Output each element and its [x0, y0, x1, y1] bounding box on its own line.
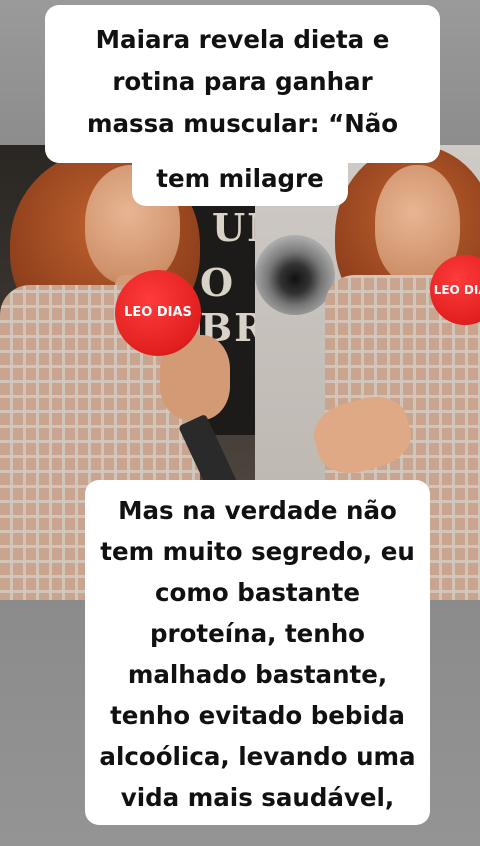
microphone-brand: LEO DIAS [433, 283, 480, 297]
quote-caption: Mas na verdade não tem muito segredo, eu… [85, 480, 430, 825]
quote-line: tem muito segredo, eu [100, 537, 415, 566]
headline-line: tem milagre [156, 164, 324, 193]
quote-line: alcoólica, levando uma [99, 742, 416, 771]
quote-line: Mas na verdade não [118, 496, 397, 525]
backdrop-eye-art [255, 235, 335, 315]
quote-line: proteína, tenho [149, 619, 366, 648]
quote-line: vida mais saudável, [120, 783, 395, 812]
headline-caption: Maiara revela dieta e rotina para ganhar… [45, 5, 440, 163]
quote-line: como bastante [155, 578, 360, 607]
quote-line: malhado bastante, [127, 660, 388, 689]
microphone-brand: LEO DIAS [124, 305, 192, 320]
backdrop-text: UME [212, 205, 255, 250]
headline-caption-last: tem milagre [132, 158, 348, 206]
headline-line: massa muscular: “Não [86, 109, 399, 138]
quote-line: tenho evitado bebida [110, 701, 405, 730]
headline-line: Maiara revela dieta e [95, 25, 390, 54]
microphone-logo: LEO DIAS [115, 270, 201, 356]
headline-line: rotina para ganhar [112, 67, 373, 96]
